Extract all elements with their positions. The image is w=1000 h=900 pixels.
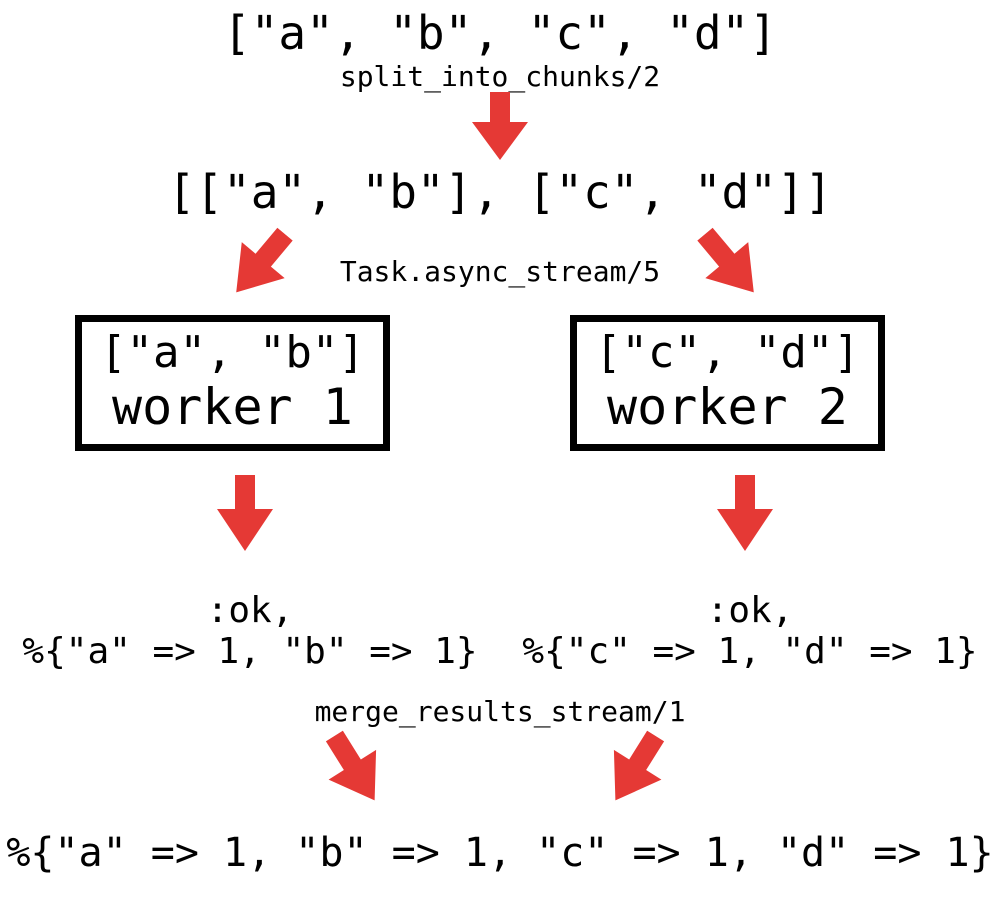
node-chunks-list: [["a", "b"], ["c", "d"]] (0, 165, 1000, 219)
label-merge-results-stream: merge_results_stream/1 (0, 695, 1000, 728)
arrow-down-icon (470, 92, 530, 162)
arrow-down-icon (215, 475, 275, 553)
worker-1-title: worker 1 (100, 379, 365, 437)
label-task-async-stream: Task.async_stream/5 (0, 255, 1000, 288)
result-2-map: %{"c" => 1, "d" => 1} (500, 631, 1000, 672)
worker-2-title: worker 2 (595, 379, 860, 437)
node-final-map: %{"a" => 1, "b" => 1, "c" => 1, "d" => 1… (0, 830, 1000, 876)
node-worker-1: ["a", "b"] worker 1 (75, 315, 390, 451)
worker-1-chunk: ["a", "b"] (100, 328, 365, 379)
result-2-ok: :ok, (500, 590, 1000, 631)
arrow-down-icon (715, 475, 775, 553)
node-input-list: ["a", "b", "c", "d"] (0, 6, 1000, 60)
worker-2-chunk: ["c", "d"] (595, 328, 860, 379)
arrow-down-right-icon (682, 215, 778, 313)
node-worker-2: ["c", "d"] worker 2 (570, 315, 885, 451)
arrow-down-left-icon (589, 720, 681, 818)
node-result-2: :ok, %{"c" => 1, "d" => 1} (500, 590, 1000, 672)
diagram-root: ["a", "b", "c", "d"] split_into_chunks/2… (0, 0, 1000, 900)
arrow-down-right-icon (309, 720, 401, 818)
node-result-1: :ok, %{"a" => 1, "b" => 1} (0, 590, 500, 672)
arrow-down-left-icon (212, 215, 308, 313)
result-1-ok: :ok, (0, 590, 500, 631)
label-split-into-chunks: split_into_chunks/2 (0, 60, 1000, 93)
result-1-map: %{"a" => 1, "b" => 1} (0, 631, 500, 672)
